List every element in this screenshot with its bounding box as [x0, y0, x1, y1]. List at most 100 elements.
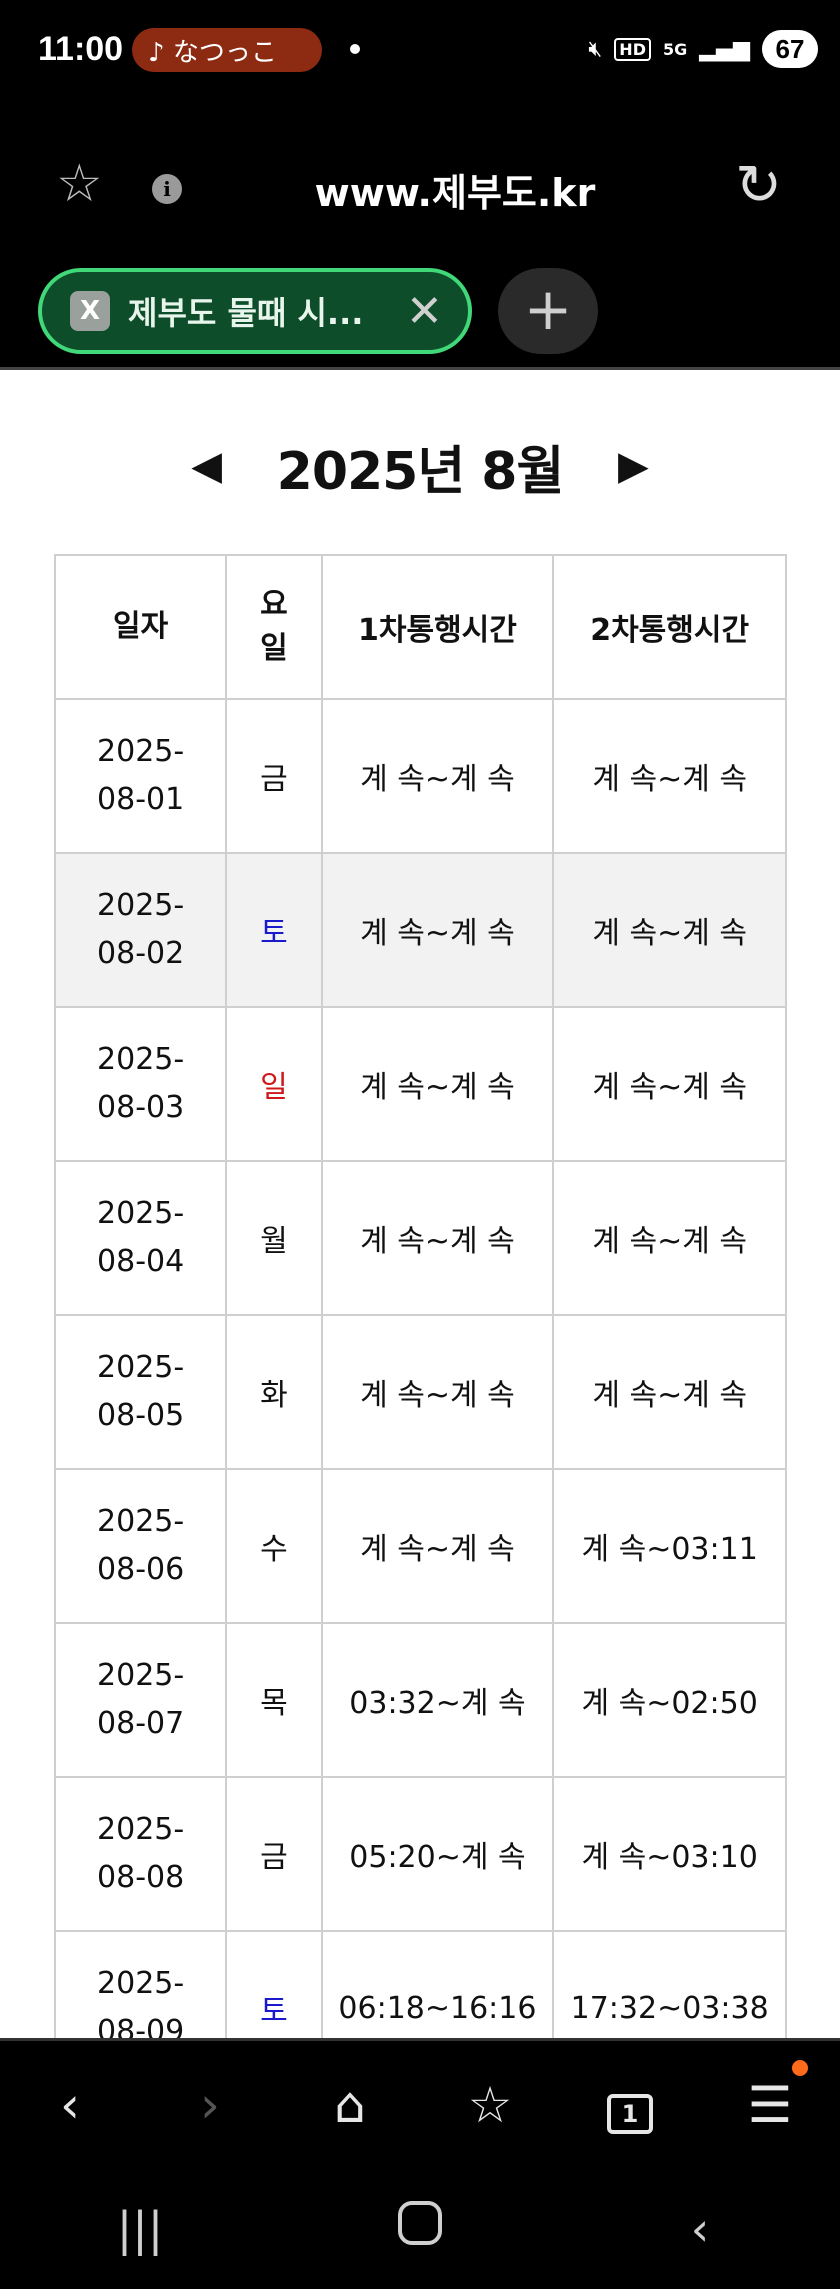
date-cell: 2025- 08-01 — [53, 698, 228, 854]
time1-cell: 05:20~계 속 — [320, 1776, 555, 1932]
date-year: 2025- — [97, 1504, 185, 1539]
forward-icon[interactable]: › — [160, 2076, 260, 2134]
date-cell: 2025- 08-03 — [53, 1006, 228, 1162]
site-info-icon[interactable]: i — [152, 174, 182, 204]
day-cell: 목 — [225, 1622, 323, 1778]
tabs-button[interactable]: 1 — [580, 2076, 680, 2134]
hd-icon: HD — [614, 37, 651, 61]
date-monthday: 08-06 — [97, 1552, 185, 1587]
bookmarks-icon[interactable]: ☆ — [440, 2076, 540, 2134]
status-time: 11:00 — [38, 30, 124, 68]
time1-cell: 계 속~계 속 — [320, 698, 555, 854]
date-year: 2025- — [97, 1812, 185, 1847]
date-cell: 2025- 08-02 — [53, 852, 228, 1008]
system-back-icon[interactable]: ‹ — [640, 2202, 760, 2256]
day-cell: 수 — [225, 1468, 323, 1624]
status-bar: 11:00 ♪ なつっこ 🔇︎ HD 5G ▂▄▆ 67 — [0, 0, 840, 104]
month-title: 2025년 8월 — [276, 441, 565, 502]
time2-cell: 계 속~계 속 — [552, 1160, 787, 1316]
date-cell: 2025- 08-07 — [53, 1622, 228, 1778]
time1-cell: 계 속~계 속 — [320, 1006, 555, 1162]
time2-cell: 17:32~03:38 — [552, 1930, 787, 2038]
table-row: 2025- 08-05 화 계 속~계 속 계 속~계 속 — [53, 1314, 787, 1470]
date-cell: 2025- 08-06 — [53, 1468, 228, 1624]
active-tab[interactable]: X 제부도 물때 시... ✕ — [38, 268, 472, 354]
date-monthday: 08-04 — [97, 1244, 185, 1279]
table-row: 2025- 08-04 월 계 속~계 속 계 속~계 속 — [53, 1160, 787, 1316]
bookmark-star-icon[interactable]: ☆ — [56, 158, 103, 210]
mute-icon: 🔇︎ — [588, 36, 603, 62]
web-content: ◀ 2025년 8월 ▶ 일자 요 일 1차통행시간 2차통행시간 2025- 0… — [0, 370, 840, 2038]
time1-cell: 계 속~계 속 — [320, 1468, 555, 1624]
close-tab-icon[interactable]: ✕ — [406, 286, 443, 337]
header-day-line1: 요 — [260, 587, 288, 622]
date-monthday: 08-09 — [97, 2014, 185, 2038]
day-cell: 토 — [225, 852, 323, 1008]
menu-icon[interactable]: ☰ — [720, 2059, 820, 2134]
table-row: 2025- 08-09 토 06:18~16:16 17:32~03:38 — [53, 1930, 787, 2038]
date-cell: 2025- 08-08 — [53, 1776, 228, 1932]
tab-title: 제부도 물때 시... — [128, 294, 364, 332]
date-cell: 2025- 08-09 — [53, 1930, 228, 2038]
table-row: 2025- 08-06 수 계 속~계 속 계 속~03:11 — [53, 1468, 787, 1624]
status-icons: 🔇︎ HD 5G ▂▄▆ 67 — [588, 30, 818, 68]
time2-cell: 계 속~03:11 — [552, 1468, 787, 1624]
header-time1: 1차통행시간 — [320, 554, 555, 700]
battery-indicator: 67 — [762, 30, 818, 68]
time2-cell: 계 속~02:50 — [552, 1622, 787, 1778]
date-year: 2025- — [97, 1196, 185, 1231]
menu-notification-dot — [792, 2059, 808, 2076]
new-tab-button[interactable]: + — [498, 268, 598, 354]
date-monthday: 08-02 — [97, 936, 185, 971]
table-row: 2025- 08-02 토 계 속~계 속 계 속~계 속 — [53, 852, 787, 1008]
time2-cell: 계 속~계 속 — [552, 698, 787, 854]
table-header-row: 일자 요 일 1차통행시간 2차통행시간 — [53, 554, 787, 700]
next-month-button[interactable]: ▶ — [603, 443, 663, 489]
date-monthday: 08-01 — [97, 782, 185, 817]
date-year: 2025- — [97, 888, 185, 923]
time2-cell: 계 속~03:10 — [552, 1776, 787, 1932]
header-date: 일자 — [53, 554, 228, 700]
browser-toolbar: ‹ › ⌂ ☆ 1 ☰ — [0, 2038, 840, 2168]
date-monthday: 08-05 — [97, 1398, 185, 1433]
tab-favicon: X — [70, 291, 110, 331]
day-cell: 토 — [225, 1930, 323, 2038]
table-row: 2025- 08-08 금 05:20~계 속 계 속~03:10 — [53, 1776, 787, 1932]
date-year: 2025- — [97, 1966, 185, 2001]
reload-icon[interactable]: ↻ — [735, 158, 782, 214]
home-icon[interactable]: ⌂ — [300, 2076, 400, 2134]
url-display[interactable]: www.제부도.kr — [230, 162, 680, 217]
time1-cell: 계 속~계 속 — [320, 852, 555, 1008]
date-year: 2025- — [97, 1042, 185, 1077]
date-year: 2025- — [97, 734, 185, 769]
browser-address-bar: ☆ i www.제부도.kr ↻ X 제부도 물때 시... ✕ + — [0, 104, 840, 370]
prev-month-button[interactable]: ◀ — [177, 443, 237, 489]
table-row: 2025- 08-01 금 계 속~계 속 계 속~계 속 — [53, 698, 787, 854]
date-year: 2025- — [97, 1658, 185, 1693]
time2-cell: 계 속~계 속 — [552, 1314, 787, 1470]
home-button[interactable] — [360, 2201, 480, 2256]
day-cell: 화 — [225, 1314, 323, 1470]
table-row: 2025- 08-03 일 계 속~계 속 계 속~계 속 — [53, 1006, 787, 1162]
time1-cell: 계 속~계 속 — [320, 1160, 555, 1316]
date-cell: 2025- 08-05 — [53, 1314, 228, 1470]
date-year: 2025- — [97, 1350, 185, 1385]
back-icon[interactable]: ‹ — [20, 2076, 120, 2134]
signal-icon: ▂▄▆ — [699, 36, 750, 62]
media-notification-pill[interactable]: ♪ なつっこ — [132, 28, 322, 72]
month-navigator: ◀ 2025년 8월 ▶ — [0, 426, 840, 506]
time1-cell: 03:32~계 속 — [320, 1622, 555, 1778]
day-cell: 금 — [225, 1776, 323, 1932]
time1-cell: 계 속~계 속 — [320, 1314, 555, 1470]
notification-dot-icon — [350, 44, 360, 54]
5g-icon: 5G — [662, 39, 688, 59]
date-cell: 2025- 08-04 — [53, 1160, 228, 1316]
date-monthday: 08-03 — [97, 1090, 185, 1125]
day-cell: 월 — [225, 1160, 323, 1316]
tide-schedule-table: 일자 요 일 1차통행시간 2차통행시간 2025- 08-01 금 계 속~계 … — [53, 554, 787, 2038]
recent-apps-icon[interactable]: ||| — [80, 2202, 200, 2256]
time2-cell: 계 속~계 속 — [552, 1006, 787, 1162]
time2-cell: 계 속~계 속 — [552, 852, 787, 1008]
date-monthday: 08-08 — [97, 1860, 185, 1895]
day-cell: 일 — [225, 1006, 323, 1162]
